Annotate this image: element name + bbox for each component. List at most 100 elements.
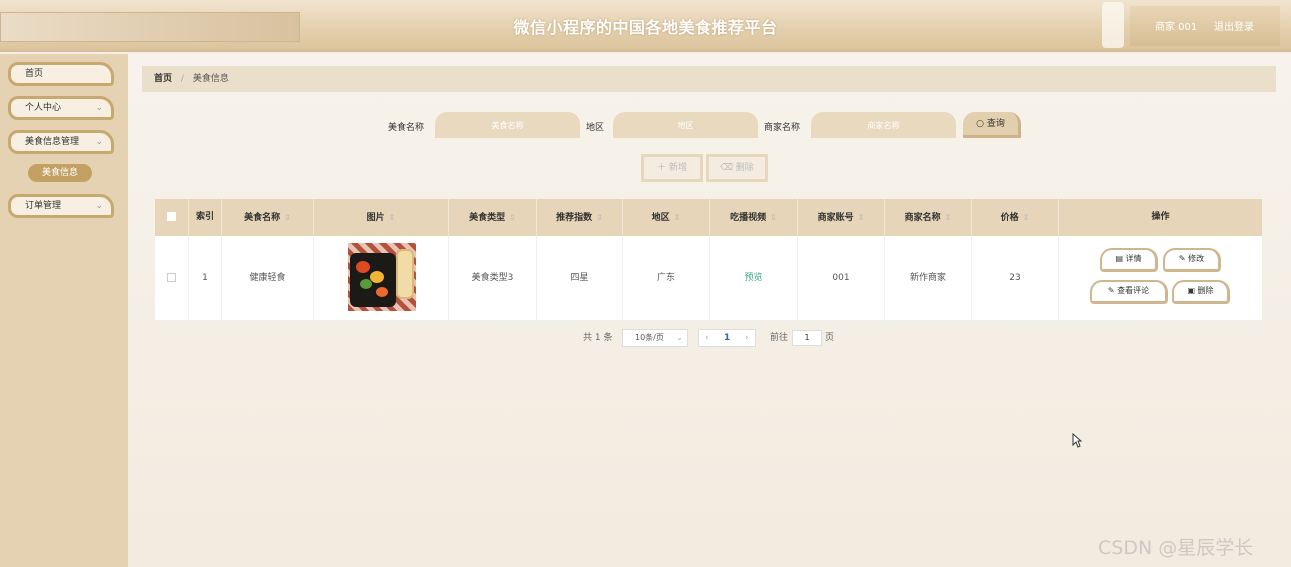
chevron-down-icon: ⌄ [95,201,103,211]
header-cell-sortable[interactable]: 价格 ⇕ [972,199,1059,236]
sort-icon[interactable]: ⇕ [674,213,681,222]
logout-link[interactable]: 退出登录 [1214,18,1254,33]
goto-label: 前往 [770,333,789,343]
batch-delete-button[interactable]: ⌫ 删除 [706,154,768,182]
header-cell-sortable[interactable]: 美食名称 ⇕ [222,199,314,236]
header-label: 商家名称 [904,213,941,223]
header-cell: 操作 [1151,212,1170,222]
edit-icon: ✎ [1178,254,1186,263]
detail-button[interactable]: ▤ 详情 [1100,248,1158,272]
cell-operations: ▤ 详情 ✎ 修改 ✎ 查看评论 ▣ 删除 [1059,236,1262,321]
header-cell: 索引 [189,199,222,236]
table-header: 索引 美食名称 ⇕ 图片 ⇕ 美食类型 ⇕ 推荐指数 ⇕ 地区 ⇕ 吃播视频 ⇕ 商家账号 ⇕… [155,199,1262,236]
trash-icon: ▣ [1187,286,1195,295]
breadcrumb-home[interactable]: 首页 [154,74,172,84]
sidebar-subitem-food-info[interactable]: 美食信息 [28,164,92,182]
row-checkbox[interactable] [167,273,176,282]
header-label: 价格 [1000,213,1019,223]
cell-food-name: 健康轻食 [222,236,314,321]
watermark: CSDN @星辰学长 [1098,537,1254,559]
header-decoration-pillar [1102,2,1124,48]
current-user: 商家 001 [1155,22,1198,33]
pagination-total: 共 1 条 [583,333,613,343]
current-page-number[interactable]: 1 [724,330,730,346]
sort-icon[interactable]: ⇕ [1023,213,1030,222]
cell-price: 23 [972,236,1059,321]
main-content: 首页 / 美食信息 美食名称 地区 商家名称 ○ 查询 ＋ 新增 ⌫ 删除 索引… [128,54,1291,567]
add-button[interactable]: ＋ 新增 [641,154,703,182]
sidebar-item-food-management[interactable]: 美食信息管理 ⌄ [8,130,114,154]
region-input[interactable] [613,112,758,138]
delete-button-label: 删除 [1197,286,1214,295]
header-cell-sortable[interactable]: 商家名称 ⇕ [885,199,972,236]
sidebar-item-label: 个人中心 [25,103,62,113]
header-label: 美食名称 [244,213,281,223]
food-name-input[interactable] [435,112,580,138]
plus-icon: ＋ [657,163,667,173]
header-select-all[interactable] [155,199,189,236]
sidebar: 首页 个人中心 ⌄ 美食信息管理 ⌄ 美食信息 订单管理 ⌄ [0,54,128,567]
cell-video: 预览 [710,236,798,321]
food-image[interactable] [348,243,416,311]
page-size-select[interactable]: 10条/页 ⌄ [622,329,688,347]
sidebar-item-label: 订单管理 [25,201,62,211]
cell-rating: 四星 [537,236,623,321]
breadcrumb: 首页 / 美食信息 [142,66,1276,92]
sort-icon[interactable]: ⇕ [389,213,396,222]
pager: ‹ 1 › [698,329,756,347]
sort-icon[interactable]: ⇕ [945,213,952,222]
edit-icon: ✎ [1107,286,1115,295]
region-label: 地区 [586,123,605,133]
trash-icon: ⌫ [720,163,733,173]
next-page-icon[interactable]: › [745,330,749,346]
sidebar-item-label: 首页 [25,69,44,79]
cell-index: 1 [189,236,222,321]
view-comments-label: 查看评论 [1117,286,1150,295]
mouse-cursor-icon [1072,433,1082,448]
sort-icon[interactable]: ⇕ [509,213,516,222]
sidebar-item-order-management[interactable]: 订单管理 ⌄ [8,194,114,218]
header-cell-sortable[interactable]: 商家账号 ⇕ [798,199,885,236]
chevron-down-icon: ⌄ [95,103,103,113]
delete-button[interactable]: ▣ 删除 [1172,280,1230,304]
merchant-name-input[interactable] [811,112,956,138]
header-cell-sortable[interactable]: 地区 ⇕ [623,199,710,236]
sidebar-item-home[interactable]: 首页 [8,62,114,86]
goto-page-input[interactable]: 1 [792,330,822,346]
header-user-panel [1130,6,1280,46]
edit-button-label: 修改 [1188,254,1205,263]
header-cell-sortable[interactable]: 吃播视频 ⇕ [710,199,798,236]
page-suffix: 页 [825,333,835,343]
header-label: 吃播视频 [730,213,767,223]
sort-icon[interactable]: ⇕ [858,213,865,222]
prev-page-icon[interactable]: ‹ [705,330,709,346]
cell-image [314,236,449,321]
header-label: 推荐指数 [556,213,593,223]
select-all-checkbox[interactable] [167,212,176,221]
sidebar-item-personal-center[interactable]: 个人中心 ⌄ [8,96,114,120]
sort-icon[interactable]: ⇕ [596,213,603,222]
app-title: 微信小程序的中国各地美食推荐平台 [513,18,778,37]
query-button[interactable]: ○ 查询 [963,112,1021,138]
page-size-value: 10条/页 [635,333,664,342]
batch-delete-label: 删除 [735,163,754,173]
cell-region: 广东 [623,236,710,321]
document-icon: ▤ [1115,254,1123,263]
header-cell-sortable[interactable]: 图片 ⇕ [314,199,449,236]
breadcrumb-separator: / [180,74,184,84]
sort-icon[interactable]: ⇕ [284,213,291,222]
sort-icon[interactable]: ⇕ [770,213,777,222]
header-cell-sortable[interactable]: 美食类型 ⇕ [449,199,537,236]
row-select[interactable] [155,236,189,321]
sidebar-item-label: 美食信息管理 [25,137,80,147]
cell-food-type: 美食类型3 [449,236,537,321]
view-comments-button[interactable]: ✎ 查看评论 [1090,280,1168,304]
add-button-label: 新增 [668,163,687,173]
header-cell-sortable[interactable]: 推荐指数 ⇕ [537,199,623,236]
header-label: 商家账号 [817,213,854,223]
search-icon: ○ [976,119,984,129]
detail-button-label: 详情 [1125,254,1142,263]
video-preview-link[interactable]: 预览 [744,273,762,283]
edit-button[interactable]: ✎ 修改 [1163,248,1221,272]
breadcrumb-current: 美食信息 [192,74,229,84]
